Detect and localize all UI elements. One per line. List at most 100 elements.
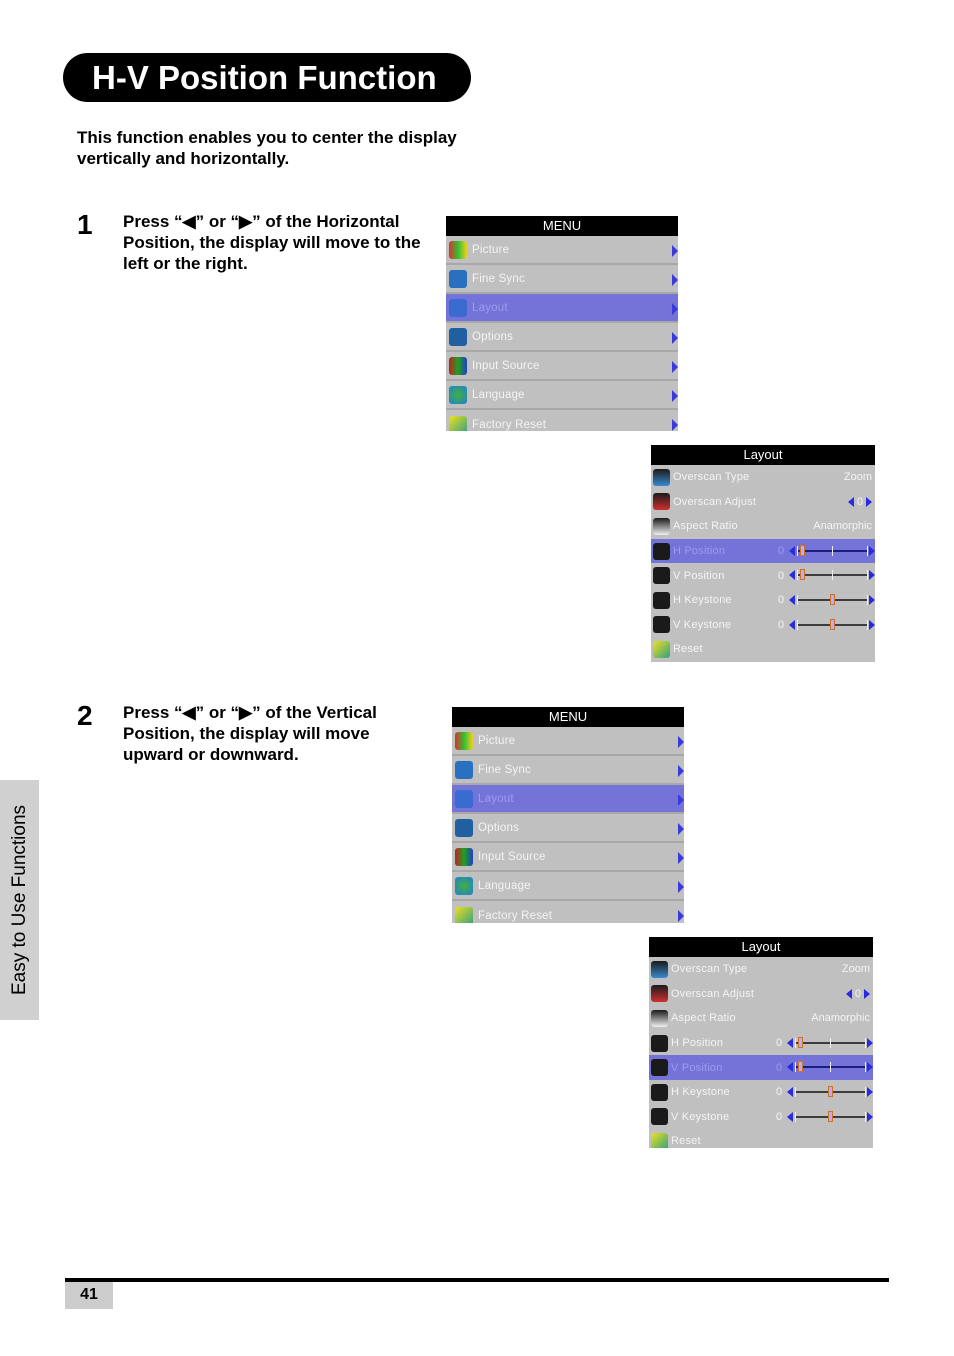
layout-item-aspect-ratio[interactable]: Aspect Ratio Anamorphic — [651, 514, 875, 539]
layout-item-aspect-ratio[interactable]: Aspect Ratio Anamorphic — [649, 1006, 873, 1031]
menu-item-input-source[interactable]: Input Source — [446, 352, 678, 381]
v-keystone-icon — [651, 1108, 668, 1126]
slider-thumb[interactable] — [827, 1110, 833, 1122]
menu-item-fine-sync[interactable]: Fine Sync — [452, 756, 684, 785]
decrease-arrow-icon[interactable] — [787, 1062, 793, 1073]
slider[interactable] — [789, 618, 875, 631]
decrease-arrow-icon[interactable] — [789, 545, 795, 556]
slider[interactable] — [787, 1085, 873, 1098]
decrease-arrow-icon[interactable] — [789, 570, 795, 581]
increase-arrow-icon[interactable] — [867, 1037, 873, 1048]
layout-item-v-keystone[interactable]: V Keystone 0 — [651, 613, 875, 638]
slider-tick — [797, 619, 798, 630]
slider-thumb[interactable] — [798, 1036, 804, 1048]
slider-value: 0 — [778, 618, 785, 631]
layout-item-overscan-adjust[interactable]: Overscan Adjust 0 — [651, 490, 875, 515]
menu-item-label: Factory Reset — [472, 418, 547, 431]
slider-tick — [795, 1062, 796, 1073]
increase-arrow-icon[interactable] — [869, 545, 875, 556]
increase-arrow-icon[interactable] — [869, 619, 875, 630]
menu-item-label: Input Source — [472, 359, 540, 372]
decrease-arrow-icon[interactable] — [847, 496, 854, 507]
step-1-number: 1 — [77, 209, 93, 240]
increase-arrow-icon[interactable] — [867, 1086, 873, 1097]
layout-item-h-position[interactable]: H Position 0 — [651, 538, 875, 564]
menu-item-language[interactable]: Language — [452, 872, 684, 901]
factory-reset-icon — [449, 415, 467, 431]
factory-reset-icon — [455, 906, 473, 923]
increase-arrow-icon[interactable] — [867, 1111, 873, 1122]
slider-thumb[interactable] — [829, 593, 835, 605]
increase-arrow-icon[interactable] — [869, 570, 875, 581]
picture-icon — [455, 731, 473, 750]
slider-tick — [865, 1037, 866, 1048]
options-icon — [455, 818, 473, 837]
slider-tick — [865, 1062, 866, 1073]
layout-item-overscan-adjust[interactable]: Overscan Adjust 0 — [649, 982, 873, 1007]
layout-item-value: Zoom — [843, 471, 872, 484]
slider-value: 0 — [778, 569, 785, 582]
slider[interactable] — [789, 593, 875, 606]
overscan-adjust-control[interactable]: 0 — [847, 496, 872, 508]
slider-thumb[interactable] — [798, 1061, 804, 1073]
menu-item-fine-sync[interactable]: Fine Sync — [446, 265, 678, 294]
submenu-arrow-icon — [678, 852, 684, 864]
decrease-arrow-icon[interactable] — [787, 1037, 793, 1048]
layout-item-reset[interactable]: Reset — [649, 1129, 873, 1148]
slider-thumb[interactable] — [800, 544, 806, 556]
menu-item-label: Options — [472, 330, 514, 343]
overscan-adjust-control[interactable]: 0 — [845, 988, 870, 1000]
language-icon — [455, 876, 473, 895]
menu-item-layout[interactable]: Layout — [452, 785, 684, 814]
submenu-arrow-icon — [678, 736, 684, 748]
decrease-arrow-icon[interactable] — [845, 988, 852, 999]
slider-value: 0 — [776, 1061, 783, 1074]
layout-item-v-position[interactable]: V Position 0 — [649, 1055, 873, 1080]
increase-arrow-icon[interactable] — [866, 496, 872, 507]
menu-item-label: Options — [478, 821, 520, 834]
layout-item-h-keystone[interactable]: H Keystone 0 — [651, 588, 875, 613]
v-keystone-icon — [653, 616, 670, 634]
slider[interactable] — [789, 544, 875, 557]
slider[interactable] — [787, 1061, 873, 1073]
menu-item-factory-reset[interactable]: Factory Reset — [452, 901, 684, 923]
slider[interactable] — [789, 569, 875, 581]
layout-item-v-position[interactable]: V Position 0 — [651, 563, 875, 588]
decrease-arrow-icon[interactable] — [787, 1086, 793, 1097]
menu-item-factory-reset[interactable]: Factory Reset — [446, 410, 678, 431]
slider-tick — [795, 1111, 796, 1122]
menu-item-options[interactable]: Options — [446, 323, 678, 352]
slider-tick — [830, 1062, 831, 1073]
menu-item-language[interactable]: Language — [446, 381, 678, 410]
slider-tick — [865, 1086, 866, 1097]
slider-thumb[interactable] — [829, 618, 835, 630]
aspect-ratio-icon — [651, 1009, 668, 1027]
menu-item-picture[interactable]: Picture — [446, 236, 678, 265]
decrease-arrow-icon[interactable] — [787, 1111, 793, 1122]
slider-thumb[interactable] — [800, 569, 806, 581]
decrease-arrow-icon[interactable] — [789, 619, 795, 630]
menu-item-options[interactable]: Options — [452, 814, 684, 843]
layout-item-h-position[interactable]: H Position 0 — [649, 1031, 873, 1056]
layout-item-reset[interactable]: Reset — [651, 637, 875, 662]
slider-tick — [832, 570, 833, 581]
decrease-arrow-icon[interactable] — [789, 594, 795, 605]
slider-tick — [865, 1111, 866, 1122]
increase-arrow-icon[interactable] — [864, 988, 870, 999]
menu-item-label: Picture — [472, 243, 510, 256]
slider-tick — [795, 1037, 796, 1048]
increase-arrow-icon[interactable] — [869, 594, 875, 605]
h-keystone-icon — [651, 1083, 668, 1101]
menu-item-picture[interactable]: Picture — [452, 727, 684, 756]
layout-item-overscan-type[interactable]: Overscan Type Zoom — [651, 465, 875, 490]
layout-item-label: Reset — [673, 643, 703, 656]
layout-item-overscan-type[interactable]: Overscan Type Zoom — [649, 957, 873, 982]
increase-arrow-icon[interactable] — [867, 1062, 873, 1073]
slider-thumb[interactable] — [827, 1085, 833, 1097]
menu-item-layout[interactable]: Layout — [446, 294, 678, 323]
slider[interactable] — [787, 1110, 873, 1123]
layout-item-v-keystone[interactable]: V Keystone 0 — [649, 1105, 873, 1130]
layout-item-h-keystone[interactable]: H Keystone 0 — [649, 1080, 873, 1105]
slider[interactable] — [787, 1036, 873, 1049]
menu-item-input-source[interactable]: Input Source — [452, 843, 684, 872]
